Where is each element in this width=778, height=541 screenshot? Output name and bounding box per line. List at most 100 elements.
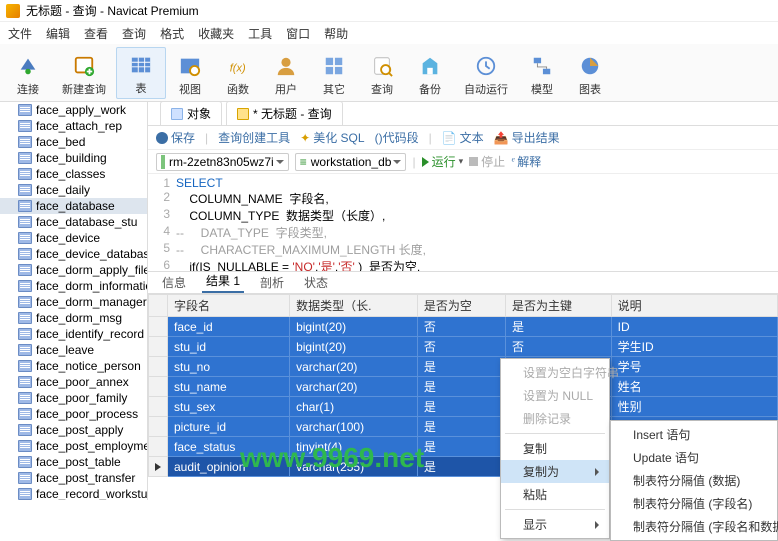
- tree-item[interactable]: face_leave: [0, 342, 147, 358]
- tb-connect[interactable]: 连接: [4, 47, 52, 99]
- cell[interactable]: 否: [417, 337, 505, 357]
- explain-button[interactable]: ᵉ解释: [511, 153, 541, 170]
- tree-item[interactable]: face_daily: [0, 182, 147, 198]
- menu-查询[interactable]: 查询: [122, 25, 146, 42]
- tree-item[interactable]: face_post_table: [0, 454, 147, 470]
- menu-set-blank[interactable]: 设置为空白字符串: [501, 361, 609, 384]
- submenu-item[interactable]: 制表符分隔值 (字段名和数据): [611, 515, 777, 538]
- query-builder-button[interactable]: 查询创建工具: [218, 129, 290, 146]
- submenu-item[interactable]: Update 语句: [611, 446, 777, 469]
- text-button[interactable]: 📄文本: [442, 129, 484, 146]
- cell[interactable]: tinyint(4): [290, 437, 418, 457]
- tree-item[interactable]: face_database_stu: [0, 214, 147, 230]
- menu-copy[interactable]: 复制: [501, 437, 609, 460]
- context-submenu[interactable]: Insert 语句Update 语句制表符分隔值 (数据)制表符分隔值 (字段名…: [610, 420, 778, 541]
- database-select[interactable]: ≡workstation_db: [295, 153, 407, 171]
- cell[interactable]: ID: [611, 317, 777, 337]
- tb-backup[interactable]: 备份: [406, 47, 454, 99]
- menu-文件[interactable]: 文件: [8, 25, 32, 42]
- sql-editor[interactable]: 1SELECT2 COLUMN_NAME 字段名,3 COLUMN_TYPE 数…: [148, 174, 778, 272]
- cell[interactable]: varchar(255): [290, 457, 418, 477]
- tree-item[interactable]: face_dorm_information: [0, 278, 147, 294]
- tree-item[interactable]: face_record_workstudy: [0, 486, 147, 500]
- tab-status[interactable]: 状态: [300, 272, 332, 293]
- cell[interactable]: bigint(20): [290, 337, 418, 357]
- cell[interactable]: char(1): [290, 397, 418, 417]
- tree-item[interactable]: face_device_database: [0, 246, 147, 262]
- tb-user[interactable]: 用户: [262, 47, 310, 99]
- tree-item[interactable]: face_dorm_msg: [0, 310, 147, 326]
- table-row[interactable]: stu_namevarchar(20)是否姓名: [149, 377, 778, 397]
- table-row[interactable]: face_idbigint(20)否是ID: [149, 317, 778, 337]
- cell[interactable]: audit_opinion: [168, 457, 290, 477]
- cell[interactable]: varchar(100): [290, 417, 418, 437]
- cell[interactable]: stu_id: [168, 337, 290, 357]
- tb-chart[interactable]: 图表: [566, 47, 614, 99]
- cell[interactable]: 是: [506, 317, 612, 337]
- table-row[interactable]: stu_idbigint(20)否否学生ID: [149, 337, 778, 357]
- cell[interactable]: varchar(20): [290, 357, 418, 377]
- table-row[interactable]: stu_novarchar(20)是否学号: [149, 357, 778, 377]
- cell[interactable]: 是: [417, 417, 505, 437]
- menu-copy-as[interactable]: 复制为: [501, 460, 609, 483]
- tree-item[interactable]: face_poor_process: [0, 406, 147, 422]
- menu-set-null[interactable]: 设置为 NULL: [501, 384, 609, 407]
- tb-query[interactable]: 查询: [358, 47, 406, 99]
- tb-auto[interactable]: 自动运行: [454, 47, 518, 99]
- cell[interactable]: stu_name: [168, 377, 290, 397]
- cell[interactable]: 是: [417, 457, 505, 477]
- tree-item[interactable]: face_post_employmen: [0, 438, 147, 454]
- context-menu[interactable]: 设置为空白字符串 设置为 NULL 删除记录 复制 复制为 粘贴 显示: [500, 358, 610, 539]
- column-header[interactable]: 是否为空: [417, 295, 505, 317]
- tree-item[interactable]: face_bed: [0, 134, 147, 150]
- tab-profile[interactable]: 剖析: [256, 272, 288, 293]
- tree-item[interactable]: face_apply_work: [0, 102, 147, 118]
- tree-item[interactable]: face_dorm_apply_file: [0, 262, 147, 278]
- snippet-button[interactable]: ()代码段: [375, 129, 419, 146]
- menu-查看[interactable]: 查看: [84, 25, 108, 42]
- tab-query[interactable]: * 无标题 - 查询: [226, 102, 343, 125]
- menubar[interactable]: 文件编辑查看查询格式收藏夹工具窗口帮助: [0, 22, 778, 44]
- menu-编辑[interactable]: 编辑: [46, 25, 70, 42]
- cell[interactable]: bigint(20): [290, 317, 418, 337]
- tree-item[interactable]: face_building: [0, 150, 147, 166]
- cell[interactable]: face_status: [168, 437, 290, 457]
- column-header[interactable]: 字段名: [168, 295, 290, 317]
- tab-result-1[interactable]: 结果 1: [202, 270, 244, 293]
- tree-item[interactable]: face_device: [0, 230, 147, 246]
- cell[interactable]: 否: [417, 317, 505, 337]
- submenu-item[interactable]: 制表符分隔值 (数据): [611, 469, 777, 492]
- tb-view[interactable]: 视图: [166, 47, 214, 99]
- column-header[interactable]: 是否为主键: [506, 295, 612, 317]
- menu-show[interactable]: 显示: [501, 513, 609, 536]
- tb-func[interactable]: f(x)函数: [214, 47, 262, 99]
- cell[interactable]: 是: [417, 397, 505, 417]
- tab-info[interactable]: 信息: [158, 272, 190, 293]
- cell[interactable]: 性别: [611, 397, 777, 417]
- cell[interactable]: stu_sex: [168, 397, 290, 417]
- table-row[interactable]: stu_sexchar(1)是否性别: [149, 397, 778, 417]
- cell[interactable]: 是: [417, 357, 505, 377]
- tree-item[interactable]: face_post_transfer: [0, 470, 147, 486]
- tree-item[interactable]: face_post_apply: [0, 422, 147, 438]
- column-header[interactable]: 说明: [611, 295, 777, 317]
- tree-item[interactable]: face_notice_person: [0, 358, 147, 374]
- tree-item[interactable]: face_database: [0, 198, 147, 214]
- tree-item[interactable]: face_classes: [0, 166, 147, 182]
- cell[interactable]: picture_id: [168, 417, 290, 437]
- cell[interactable]: 是: [417, 377, 505, 397]
- cell[interactable]: 是: [417, 437, 505, 457]
- menu-delete-record[interactable]: 删除记录: [501, 407, 609, 430]
- tree-item[interactable]: face_dorm_manager: [0, 294, 147, 310]
- beautify-sql-button[interactable]: ✦美化 SQL: [300, 129, 364, 146]
- cell[interactable]: 否: [506, 337, 612, 357]
- tb-other[interactable]: 其它: [310, 47, 358, 99]
- server-select[interactable]: rm-2zetn83n05wz7i: [156, 153, 289, 171]
- menu-paste[interactable]: 粘贴: [501, 483, 609, 506]
- save-button[interactable]: 保存: [156, 129, 195, 146]
- column-header[interactable]: 数据类型（长.: [290, 295, 418, 317]
- tree-item[interactable]: face_identify_record: [0, 326, 147, 342]
- object-tree[interactable]: face_apply_workface_attach_repface_bedfa…: [0, 102, 148, 500]
- run-button[interactable]: 运行▾: [422, 153, 464, 170]
- cell[interactable]: 姓名: [611, 377, 777, 397]
